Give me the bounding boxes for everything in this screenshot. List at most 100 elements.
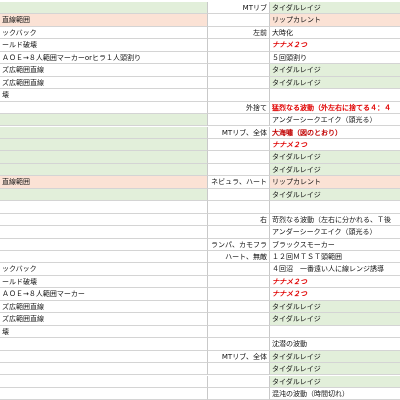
cell-col-b[interactable]: 外捨て [208, 101, 270, 115]
cell-col-c[interactable]: ナナメ２つ [270, 288, 400, 301]
cell-col-b[interactable]: MTリブ、全体 [208, 126, 270, 139]
cell-col-b[interactable] [208, 151, 270, 164]
cell-col-c[interactable]: タイダルレイジ [270, 151, 400, 164]
cell-col-b[interactable] [208, 375, 270, 388]
cell-col-a[interactable]: ズ広範囲直線 [0, 313, 208, 326]
cell-col-c[interactable]: リップカレント [270, 176, 400, 189]
cell-col-b[interactable] [208, 201, 270, 214]
cell-col-a[interactable] [0, 350, 208, 364]
cell-col-a[interactable]: 直線範囲 [0, 176, 208, 189]
cell-col-b[interactable] [208, 76, 270, 90]
cell-col-b[interactable]: MTリブ [208, 2, 270, 15]
sheet-row: ズ広範囲直線 タイダルレイジ [0, 313, 400, 326]
cell-col-c[interactable]: タイダルレイジ [270, 163, 400, 177]
cell-col-c[interactable] [270, 201, 400, 214]
cell-col-b[interactable] [208, 188, 270, 202]
cell-col-b[interactable]: MTリブ、全体 [208, 350, 270, 364]
cell-col-c[interactable]: タイダルレイジ [270, 64, 400, 77]
cell-col-b[interactable] [208, 325, 270, 339]
cell-col-a[interactable] [0, 101, 208, 115]
sheet-row: ズ広範囲直線 タイダルレイジ [0, 76, 400, 90]
cell-col-c[interactable]: 混沌の波動（時間切れ） [270, 387, 400, 400]
cell-col-b[interactable] [208, 387, 270, 400]
cell-col-b[interactable] [208, 263, 270, 276]
cell-col-c[interactable]: ナナメ２つ [270, 138, 400, 152]
cell-col-a[interactable]: ールド破壊 [0, 275, 208, 289]
cell-col-b[interactable] [208, 300, 270, 314]
cell-col-c[interactable]: ブラックスモーカー [270, 238, 400, 251]
sheet-row: タイダルレイジ [0, 188, 400, 202]
cell-col-c[interactable]: 大時化 [270, 26, 400, 40]
cell-col-c[interactable]: 大海嘯（図のとおり） [270, 126, 400, 139]
cell-col-b[interactable] [208, 338, 270, 351]
cell-col-a[interactable] [0, 226, 208, 239]
cell-col-a[interactable] [0, 251, 208, 264]
cell-col-b[interactable] [208, 288, 270, 301]
cell-col-a[interactable]: ズ広範囲直線 [0, 64, 208, 77]
cell-col-b[interactable] [208, 363, 270, 376]
cell-col-b[interactable] [208, 226, 270, 239]
cell-col-a[interactable]: ＡＯＥ→８人範囲マーカー [0, 288, 208, 301]
cell-col-c[interactable]: タイダルレイジ [270, 350, 400, 364]
cell-col-b[interactable]: ハート、無敵 [208, 251, 270, 264]
cell-col-b[interactable] [208, 64, 270, 77]
cell-col-c[interactable]: タイダルレイジ [270, 375, 400, 388]
cell-col-b[interactable]: 右 [208, 213, 270, 227]
cell-col-b[interactable]: ネビュラ、ハート [208, 176, 270, 189]
cell-col-c[interactable]: タイダルレイジ [270, 2, 400, 15]
cell-col-c[interactable]: ナナメ２つ [270, 275, 400, 289]
cell-col-a[interactable]: ックバック [0, 263, 208, 276]
cell-col-c[interactable]: ４回沼 一番遠い人に線レンジ誘導 [270, 263, 400, 276]
cell-col-a[interactable]: ズ広範囲直線 [0, 300, 208, 314]
cell-col-b[interactable] [208, 163, 270, 177]
cell-col-c[interactable]: 沈潜の波動 [270, 338, 400, 351]
cell-col-a[interactable] [0, 138, 208, 152]
cell-col-a[interactable] [0, 114, 208, 127]
cell-col-b[interactable] [208, 89, 270, 102]
cell-col-a[interactable] [0, 188, 208, 202]
cell-col-a[interactable] [0, 2, 208, 15]
cell-col-c[interactable]: 苛烈なる波動（左右に分かれる、Ｔ後 [270, 213, 400, 227]
cell-col-a[interactable]: 直線範囲 [0, 14, 208, 27]
cell-col-a[interactable]: 壊 [0, 325, 208, 339]
cell-col-a[interactable] [0, 213, 208, 227]
cell-col-a[interactable]: ールド破壊 [0, 39, 208, 52]
cell-col-b[interactable]: ランパ、カモフラ [208, 238, 270, 251]
cell-col-c[interactable]: タイダルレイジ [270, 76, 400, 90]
cell-col-a[interactable]: 壊 [0, 89, 208, 102]
cell-col-a[interactable] [0, 238, 208, 251]
cell-col-b[interactable] [208, 114, 270, 127]
spreadsheet-grid: MTリブ タイダルレイジ 直線範囲 リップカレント ックバック 左前 大時化 ールド破壊 ナナメ… [0, 0, 400, 400]
cell-col-a[interactable]: ＡＯＥ→８人範囲マーカーorヒラ１人頭割り [0, 51, 208, 65]
cell-col-c[interactable] [270, 89, 400, 102]
cell-col-a[interactable] [0, 363, 208, 376]
cell-col-c[interactable]: アンダーシークエイク（頭光る） [270, 114, 400, 127]
cell-col-b[interactable] [208, 39, 270, 52]
cell-col-a[interactable] [0, 338, 208, 351]
cell-col-c[interactable]: タイダルレイジ [270, 188, 400, 202]
cell-col-c[interactable]: リップカレント [270, 14, 400, 27]
cell-col-c[interactable]: タイダルレイジ [270, 300, 400, 314]
cell-col-b[interactable]: 左前 [208, 26, 270, 40]
cell-col-b[interactable] [208, 313, 270, 326]
cell-col-c[interactable] [270, 325, 400, 339]
cell-col-c[interactable]: １２回ＭＴＳＴ頭範囲 [270, 251, 400, 264]
cell-col-c[interactable]: ５回頭割り [270, 51, 400, 65]
cell-col-a[interactable] [0, 375, 208, 388]
cell-col-b[interactable] [208, 51, 270, 65]
cell-col-c[interactable]: タイダルレイジ [270, 313, 400, 326]
cell-col-b[interactable] [208, 14, 270, 27]
cell-col-c[interactable]: タイダルレイジ [270, 363, 400, 376]
cell-col-a[interactable]: ックバック [0, 26, 208, 40]
cell-col-b[interactable] [208, 138, 270, 152]
cell-col-a[interactable] [0, 126, 208, 139]
cell-col-c[interactable]: アンダーシークエイク（頭光る） [270, 226, 400, 239]
cell-col-a[interactable] [0, 163, 208, 177]
cell-col-c[interactable]: 猛烈なる波動（外左右に捨てる４：４ [270, 101, 400, 115]
cell-col-a[interactable]: ズ広範囲直線 [0, 76, 208, 90]
cell-col-a[interactable] [0, 387, 208, 400]
cell-col-a[interactable] [0, 201, 208, 214]
cell-col-a[interactable] [0, 151, 208, 164]
cell-col-b[interactable] [208, 275, 270, 289]
cell-col-c[interactable]: ナナメ２つ [270, 39, 400, 52]
